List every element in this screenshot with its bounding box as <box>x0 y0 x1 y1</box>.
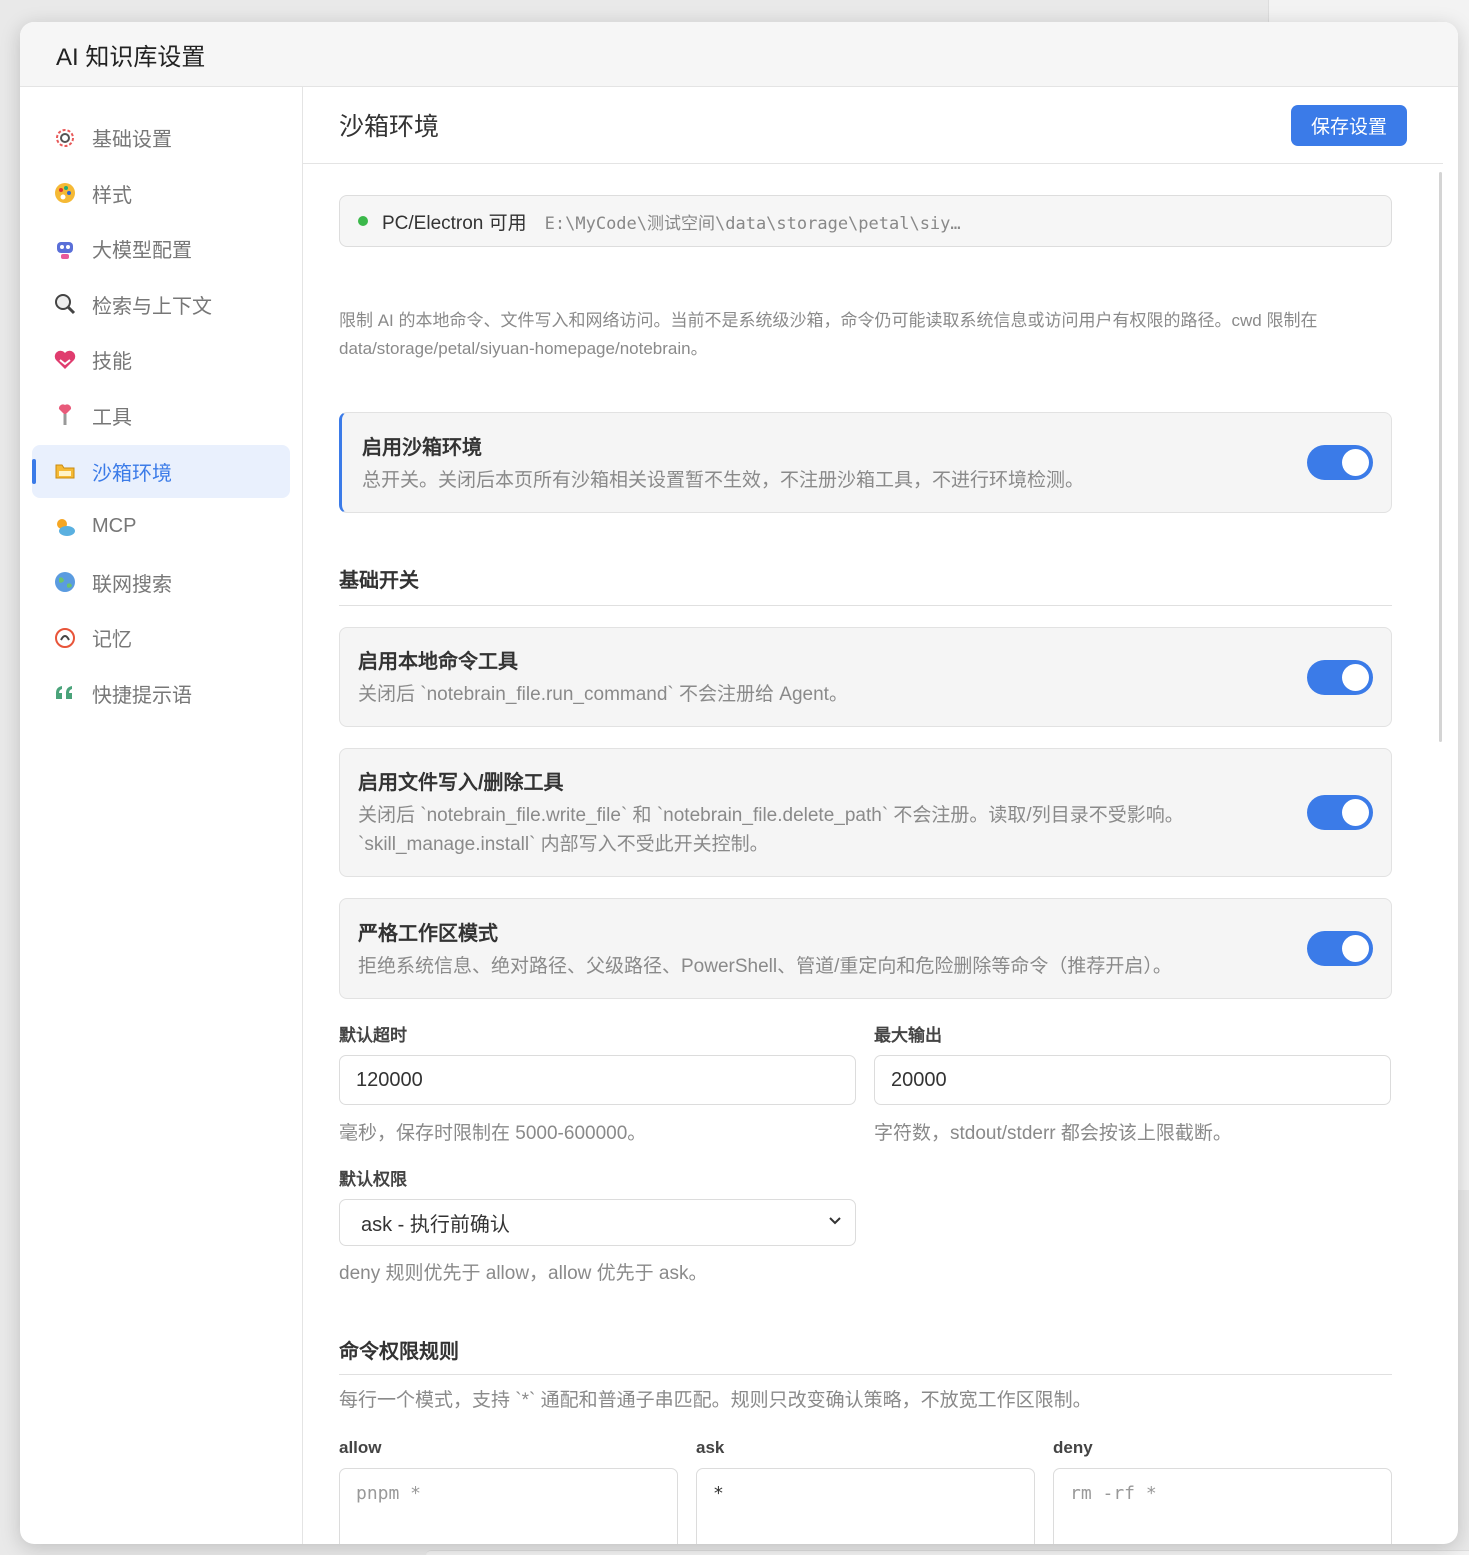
permission-select[interactable]: ask - 执行前确认 <box>339 1199 856 1246</box>
quote-icon <box>52 680 78 706</box>
sidebar-item-retrieval[interactable]: 检索与上下文 <box>32 278 290 331</box>
allow-rules-textarea[interactable] <box>339 1468 678 1544</box>
master-toggle-desc: 总开关。关闭后本页所有沙箱相关设置暂不生效，不注册沙箱工具，不进行环境检测。 <box>362 469 1085 491</box>
environment-status: PC/Electron 可用 E:\MyCode\测试空间\data\stora… <box>339 195 1392 247</box>
sidebar-item-label: 技能 <box>92 351 132 374</box>
permission-label: 默认权限 <box>339 1170 407 1189</box>
strict-workspace-desc: 拒绝系统信息、绝对路径、父级路径、PowerShell、管道/重定向和危险删除等… <box>358 955 1172 977</box>
file-write-toggle[interactable] <box>1307 795 1373 830</box>
sidebar-item-quick-prompts[interactable]: 快捷提示语 <box>32 667 290 720</box>
sidebar-item-skills[interactable]: 技能 <box>32 333 290 386</box>
max-output-label: 最大输出 <box>874 1026 942 1045</box>
status-path: E:\MyCode\测试空间\data\storage\petal\siy… <box>544 213 961 234</box>
sidebar-item-label: 沙箱环境 <box>92 462 172 485</box>
file-write-desc: 关闭后 `notebrain_file.write_file` 和 `noteb… <box>358 805 1184 855</box>
ask-rules-label: ask <box>696 1438 725 1457</box>
section-title-basic: 基础开关 <box>339 564 1392 606</box>
master-toggle-title: 启用沙箱环境 <box>362 436 482 459</box>
command-tool-toggle[interactable] <box>1307 659 1373 695</box>
sidebar: 基础设置 样式 大模型配置 检索与上下文 技能 工具 沙箱环境 MCP 联网搜索… <box>20 87 303 1544</box>
dialog-header: AI 知识库设置 <box>20 22 1458 87</box>
sidebar-item-label: 样式 <box>92 184 132 207</box>
status-label: PC/Electron 可用 <box>382 212 527 234</box>
sidebar-item-basic[interactable]: 基础设置 <box>32 111 290 164</box>
master-toggle-switch[interactable] <box>1307 445 1373 480</box>
globe-icon <box>52 569 78 595</box>
allow-rules-group: allow <box>339 1438 678 1544</box>
sidebar-item-tools[interactable]: 工具 <box>32 389 290 442</box>
chevron-down-icon <box>827 1211 843 1234</box>
intro-text: 限制 AI 的本地命令、文件写入和网络访问。当前不是系统级沙箱，命令仍可能读取系… <box>339 311 1318 358</box>
strict-workspace-card: 严格工作区模式 拒绝系统信息、绝对路径、父级路径、PowerShell、管道/重… <box>339 898 1392 999</box>
permission-selected-value: ask - 执行前确认 <box>361 1214 510 1236</box>
sidebar-item-label: 基础设置 <box>92 129 172 151</box>
ask-rules-textarea[interactable]: * <box>696 1468 1035 1544</box>
sidebar-item-mcp[interactable]: MCP <box>32 500 290 553</box>
file-write-card: 启用文件写入/删除工具 关闭后 `notebrain_file.write_fi… <box>339 748 1392 877</box>
settings-dialog: AI 知识库设置 基础设置 样式 大模型配置 检索与上下文 技能 工具 沙箱环境… <box>20 22 1458 1544</box>
gear-icon <box>52 125 78 151</box>
page-title: 沙箱环境 <box>339 113 440 141</box>
deny-rules-textarea[interactable] <box>1053 1468 1392 1544</box>
timeout-label: 默认超时 <box>339 1026 407 1045</box>
permission-field-group: 默认权限 ask - 执行前确认 deny 规则优先于 allow，allow … <box>339 1165 1392 1285</box>
heart-hands-icon <box>52 347 78 373</box>
dialog-title: AI 知识库设置 <box>56 43 206 71</box>
max-output-hint: 字符数，stdout/stderr 都会按该上限截断。 <box>874 1123 1232 1144</box>
sidebar-item-label: MCP <box>92 515 137 538</box>
folder-icon <box>52 458 78 484</box>
sidebar-item-sandbox[interactable]: 沙箱环境 <box>32 444 290 498</box>
sidebar-item-label: 大模型配置 <box>92 240 192 263</box>
sidebar-item-label: 快捷提示语 <box>92 684 192 707</box>
magnifier-icon <box>52 291 78 317</box>
sidebar-item-label: 记忆 <box>92 629 132 652</box>
section-title-rules: 命令权限规则 <box>339 1335 1392 1375</box>
scrollbar[interactable] <box>1439 172 1442 742</box>
sandbox-settings-content: PC/Electron 可用 E:\MyCode\测试空间\data\stora… <box>339 164 1392 1544</box>
rules-desc: 每行一个模式，支持 `*` 通配和普通子串匹配。规则只改变确认策略，不放宽工作区… <box>339 1390 1092 1411</box>
strict-workspace-toggle[interactable] <box>1307 931 1373 966</box>
timeout-field-group: 默认超时 毫秒，保存时限制在 5000-600000。 <box>339 1021 856 1145</box>
command-tool-title: 启用本地命令工具 <box>358 651 518 673</box>
sidebar-item-label: 联网搜索 <box>92 573 172 596</box>
sidebar-item-label: 工具 <box>92 406 132 429</box>
file-write-title: 启用文件写入/删除工具 <box>358 772 564 794</box>
background-window-text <box>1289 0 1294 18</box>
robot-icon <box>52 236 78 262</box>
memory-icon <box>52 625 78 651</box>
max-output-field-group: 最大输出 字符数，stdout/stderr 都会按该上限截断。 <box>874 1021 1391 1145</box>
background-panel <box>426 1550 1469 1555</box>
main-header: 沙箱环境 保存设置 <box>303 87 1443 164</box>
permission-hint: deny 规则优先于 allow，allow 优先于 ask。 <box>339 1263 708 1284</box>
timeout-input[interactable] <box>339 1055 856 1105</box>
main-panel: 沙箱环境 保存设置 PC/Electron 可用 E:\MyCode\测试空间\… <box>303 87 1458 1544</box>
status-dot-icon <box>358 216 368 226</box>
timeout-hint: 毫秒，保存时限制在 5000-600000。 <box>339 1123 647 1144</box>
command-tool-card: 启用本地命令工具 关闭后 `notebrain_file.run_command… <box>339 627 1392 727</box>
sidebar-item-style[interactable]: 样式 <box>32 167 290 220</box>
sidebar-item-memory[interactable]: 记忆 <box>32 611 290 664</box>
sidebar-item-label: 检索与上下文 <box>92 295 212 318</box>
deny-rules-label: deny <box>1053 1438 1093 1457</box>
sidebar-item-web-search[interactable]: 联网搜索 <box>32 556 290 609</box>
command-tool-desc: 关闭后 `notebrain_file.run_command` 不会注册给 A… <box>358 684 848 705</box>
master-toggle-card: 启用沙箱环境 总开关。关闭后本页所有沙箱相关设置暂不生效，不注册沙箱工具，不进行… <box>339 412 1392 513</box>
pin-tool-icon <box>52 402 78 428</box>
sidebar-item-llm[interactable]: 大模型配置 <box>32 222 290 275</box>
ask-rules-group: ask * <box>696 1438 1035 1544</box>
cloud-sun-icon <box>52 514 78 540</box>
save-button[interactable]: 保存设置 <box>1290 104 1407 146</box>
palette-icon <box>52 180 78 206</box>
strict-workspace-title: 严格工作区模式 <box>358 922 498 945</box>
max-output-input[interactable] <box>874 1055 1391 1105</box>
deny-rules-group: deny <box>1053 1438 1392 1544</box>
allow-rules-label: allow <box>339 1438 382 1457</box>
